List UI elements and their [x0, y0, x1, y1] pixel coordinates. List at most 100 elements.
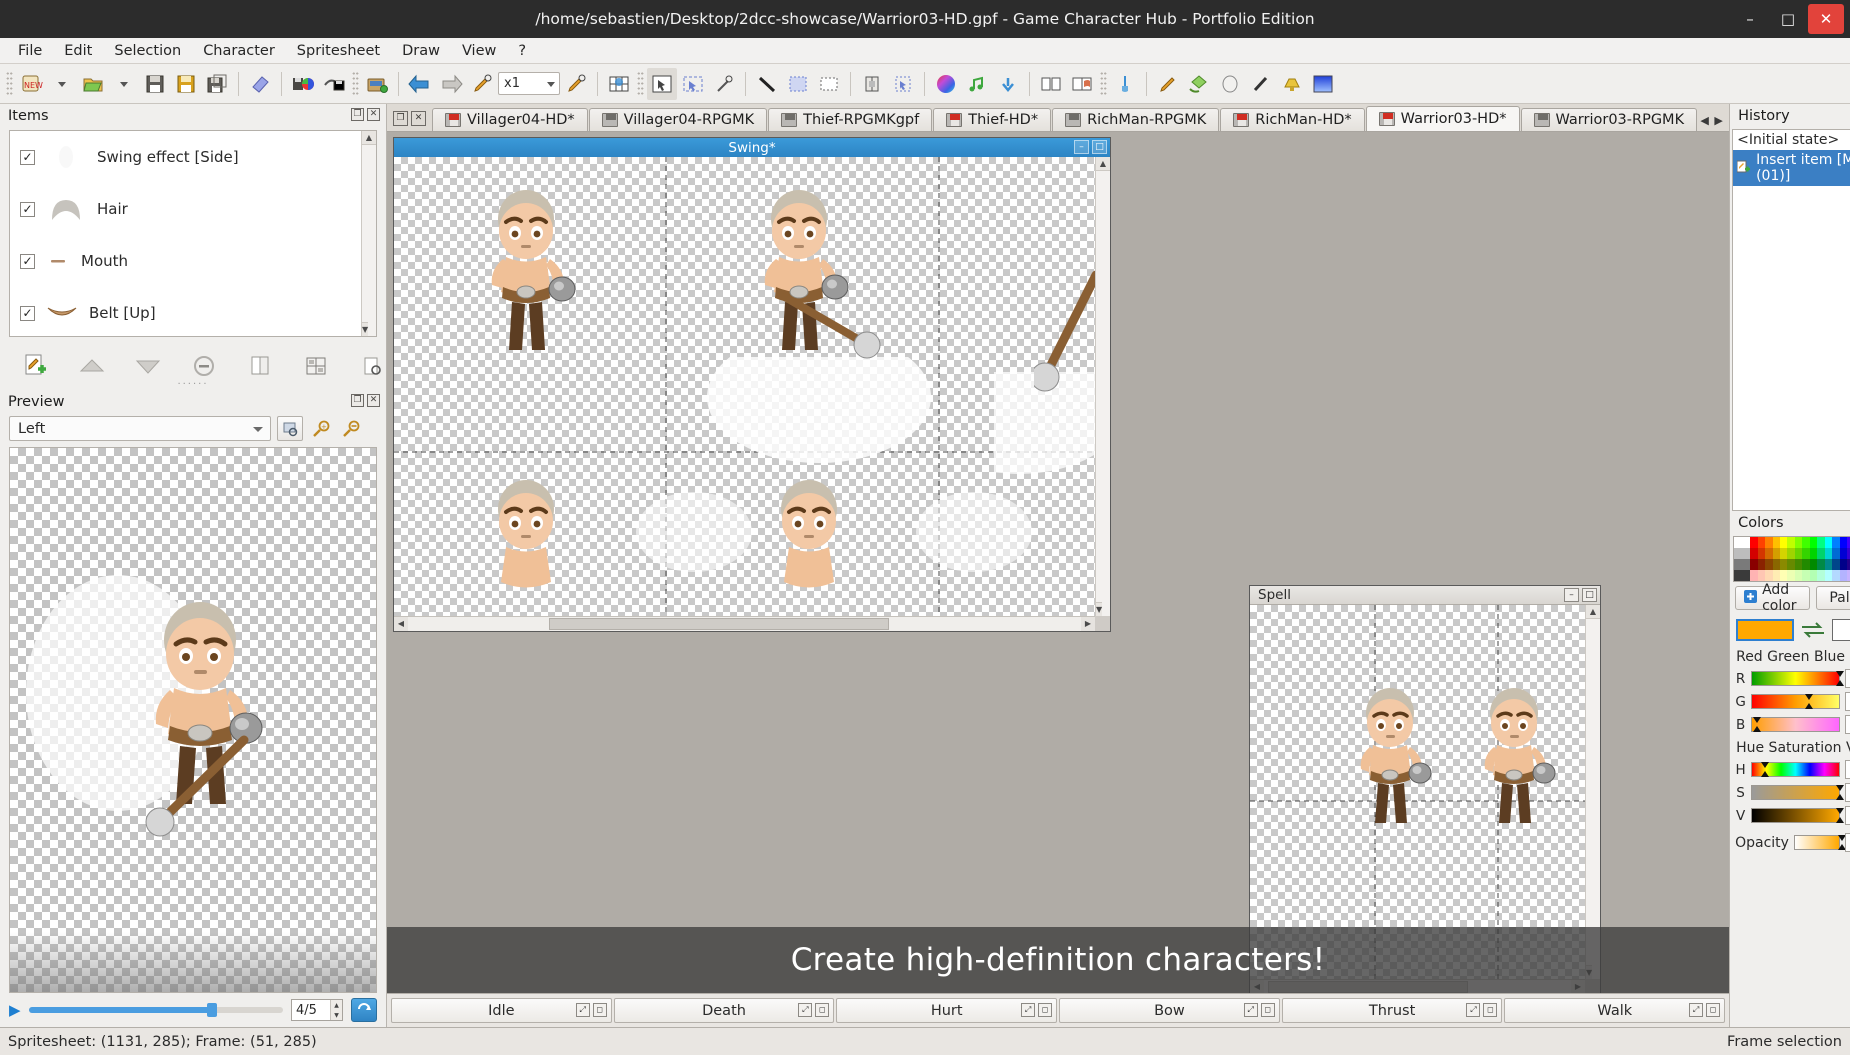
v-channel-slider[interactable]: [1751, 808, 1840, 823]
down-arrow-icon[interactable]: [993, 68, 1023, 100]
move-up-icon[interactable]: [78, 352, 106, 380]
animation-hurt[interactable]: Hurt ⤢◻: [836, 998, 1057, 1023]
animation-window-icon[interactable]: ◻: [593, 1003, 607, 1017]
select-all-icon[interactable]: [783, 68, 813, 100]
transform-icon[interactable]: [888, 68, 918, 100]
frame-counter-stepper[interactable]: ▲▼: [330, 1000, 342, 1020]
picker-icon[interactable]: [467, 68, 497, 100]
remove-item-icon[interactable]: [190, 352, 218, 380]
menu-spritesheet[interactable]: Spritesheet: [287, 40, 390, 62]
tab-richman-hd[interactable]: RichMan-HD*: [1220, 108, 1364, 131]
swing-window-maximize[interactable]: □: [1092, 140, 1107, 154]
animation-expand-icon[interactable]: ⤢: [576, 1003, 590, 1017]
tabbar-float-button[interactable]: ❐: [393, 111, 408, 126]
toolbar-grip[interactable]: [6, 71, 13, 97]
list-item[interactable]: ✓ Swing effect [Side]: [10, 131, 376, 183]
tab-warrior03-hd[interactable]: Warrior03-HD*: [1366, 106, 1520, 131]
menu-view[interactable]: View: [452, 40, 506, 62]
scroll-left-icon[interactable]: ◀: [394, 617, 408, 631]
redo-icon[interactable]: [436, 68, 466, 100]
list-item[interactable]: ✓ Belt [Up]: [10, 287, 376, 337]
undo-icon[interactable]: [405, 68, 435, 100]
spell-vscrollbar[interactable]: ▲ ▼: [1585, 605, 1600, 979]
crop-icon[interactable]: [857, 68, 887, 100]
zoom-level-combo[interactable]: x1: [498, 72, 560, 95]
b-channel-slider[interactable]: [1751, 717, 1840, 732]
zoom-in-icon[interactable]: +: [309, 420, 333, 438]
pages-icon[interactable]: [1036, 68, 1066, 100]
add-color-button[interactable]: Add color: [1735, 586, 1810, 610]
items-list[interactable]: ✓ Swing effect [Side] ✓ Hair ✓ Mouth: [9, 130, 377, 337]
menu-help[interactable]: ?: [508, 40, 536, 62]
color-wheel-icon[interactable]: [931, 68, 961, 100]
minimize-button[interactable]: –: [1732, 4, 1768, 34]
brush-icon[interactable]: [1110, 68, 1140, 100]
animation-expand-icon[interactable]: ⤢: [1021, 1003, 1035, 1017]
s-value-field[interactable]: 255 ▲▼: [1845, 783, 1850, 802]
background-color-swatch[interactable]: [1832, 619, 1850, 641]
tab-thief-hd[interactable]: Thief-HD*: [933, 108, 1051, 131]
open-file-dropdown-icon[interactable]: [109, 68, 139, 100]
animation-expand-icon[interactable]: ⤢: [1244, 1003, 1258, 1017]
item-checkbox[interactable]: ✓: [20, 150, 35, 165]
scroll-up-icon[interactable]: ▲: [1096, 157, 1110, 171]
palette-icon[interactable]: [288, 68, 318, 100]
list-item[interactable]: ✓ Hair: [10, 183, 376, 235]
toolbar-grip[interactable]: [352, 71, 359, 97]
zoom-pencil-icon[interactable]: [561, 68, 591, 100]
gradient-icon[interactable]: [1308, 68, 1338, 100]
preview-direction-combo[interactable]: Left: [9, 416, 271, 441]
menu-character[interactable]: Character: [193, 40, 285, 62]
open-file-icon[interactable]: [78, 68, 108, 100]
eyedropper-icon[interactable]: [709, 68, 739, 100]
spell-window-minimize[interactable]: –: [1564, 588, 1579, 602]
preview-panel-float-button[interactable]: ❐: [351, 394, 364, 407]
scroll-up-icon[interactable]: ▲: [362, 131, 376, 145]
properties-icon[interactable]: [302, 352, 330, 380]
toolbar-grip[interactable]: [1100, 71, 1107, 97]
close-button[interactable]: ✕: [1808, 4, 1844, 34]
tab-villager04-rpgmk[interactable]: Villager04-RPGMK: [589, 108, 767, 131]
spell-window-maximize[interactable]: □: [1582, 588, 1597, 602]
history-entry-insert-item[interactable]: Insert item [Mace (01)]: [1733, 150, 1850, 186]
swing-window[interactable]: Swing* – □: [393, 137, 1111, 632]
menu-edit[interactable]: Edit: [54, 40, 102, 62]
new-file-dropdown-icon[interactable]: [47, 68, 77, 100]
music-icon[interactable]: [962, 68, 992, 100]
animation-window-icon[interactable]: ◻: [1706, 1003, 1720, 1017]
scroll-up-icon[interactable]: ▲: [1586, 605, 1600, 619]
scroll-right-icon[interactable]: ▶: [1081, 617, 1095, 631]
tab-warrior03-rpgmk[interactable]: Warrior03-RPGMK: [1521, 108, 1698, 131]
eraser-icon[interactable]: [1215, 68, 1245, 100]
spell-canvas[interactable]: [1250, 605, 1585, 979]
export-icon[interactable]: [319, 68, 349, 100]
r-value-field[interactable]: 255 ▲▼: [1845, 669, 1850, 688]
animation-bow[interactable]: Bow ⤢◻: [1059, 998, 1280, 1023]
select-rect-icon[interactable]: [647, 68, 677, 100]
eyedropper2-icon[interactable]: [1246, 68, 1276, 100]
swing-hscrollbar[interactable]: ◀ ▶: [394, 616, 1095, 631]
items-panel-close-button[interactable]: ✕: [367, 108, 380, 121]
b-value-field[interactable]: 0 ▲▼: [1845, 715, 1850, 734]
tab-scroll-right[interactable]: ▶: [1712, 114, 1725, 127]
swing-window-titlebar[interactable]: Swing* – □: [394, 138, 1110, 157]
save-icon[interactable]: [140, 68, 170, 100]
menu-selection[interactable]: Selection: [104, 40, 191, 62]
animation-walk[interactable]: Walk ⤢◻: [1504, 998, 1725, 1023]
spell-window-titlebar[interactable]: Spell – □: [1250, 586, 1600, 605]
frame-counter[interactable]: 4/5 ▲▼: [291, 999, 343, 1021]
swing-vscrollbar[interactable]: ▲ ▼: [1095, 157, 1110, 616]
search-item-icon[interactable]: [358, 352, 386, 380]
pencil-icon[interactable]: [1153, 68, 1183, 100]
tabbar-close-button[interactable]: ✕: [411, 111, 426, 126]
loop-icon[interactable]: [351, 998, 377, 1022]
g-channel-slider[interactable]: [1751, 694, 1840, 709]
item-checkbox[interactable]: ✓: [20, 202, 35, 217]
save-as-icon[interactable]: [171, 68, 201, 100]
animation-expand-icon[interactable]: ⤢: [798, 1003, 812, 1017]
list-item[interactable]: ✓ Mouth: [10, 235, 376, 287]
grid-icon[interactable]: [604, 68, 634, 100]
palette-grid[interactable]: [1733, 536, 1850, 582]
r-channel-slider[interactable]: [1751, 671, 1840, 686]
add-item-icon[interactable]: [22, 352, 50, 380]
